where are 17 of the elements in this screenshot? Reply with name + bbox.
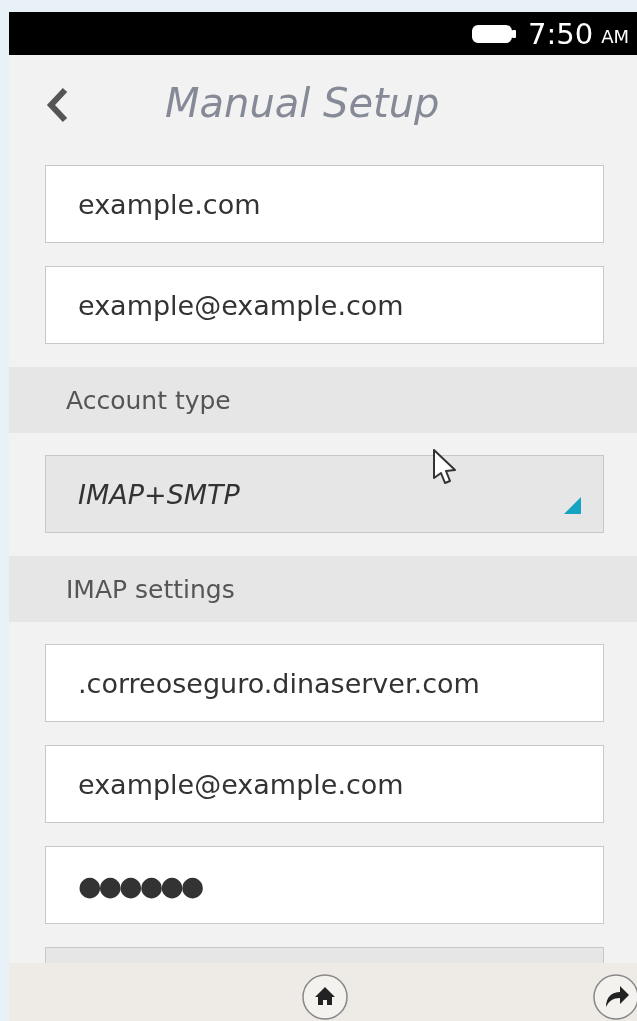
text-input-field[interactable]: example.com [45,165,604,243]
text-input-field[interactable]: example@example.com [45,266,604,344]
clock-time: 7:50 [528,16,594,51]
back-chevron-icon[interactable] [45,86,69,124]
mouse-pointer-icon [432,448,458,486]
account-type-dropdown[interactable]: IMAP+SMTP [45,455,604,533]
section-label: IMAP settings [66,574,235,604]
battery-icon [472,23,517,44]
screen-title: Manual Setup [165,80,440,126]
text-input-field[interactable]: .correoseguro.dinaserver.com [45,644,604,722]
clock-meridiem: AM [601,26,629,47]
text-input-field[interactable]: example@example.com [45,745,604,823]
password-input-field[interactable]: ●●●●●● [45,846,604,924]
dropdown-corner-icon [564,497,581,514]
redo-arrow-icon[interactable] [592,973,637,1021]
home-button-icon[interactable] [301,973,349,1021]
section-label: Account type [66,385,231,415]
